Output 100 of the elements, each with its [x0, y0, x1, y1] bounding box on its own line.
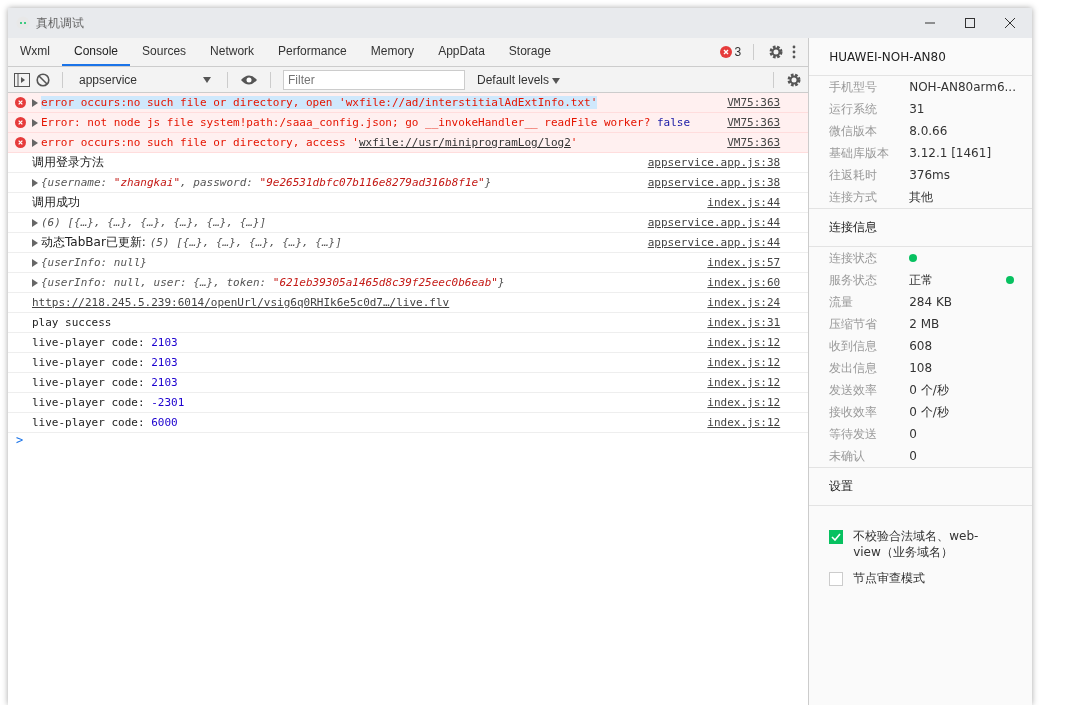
info-value: 376ms: [909, 168, 951, 182]
option-label[interactable]: 不校验合法域名、web-view（业务域名）: [853, 528, 1004, 560]
source-link[interactable]: index.js:12: [707, 376, 781, 389]
info-value: NOH-AN80arm6...: [909, 80, 1016, 94]
source-link[interactable]: index.js:44: [707, 196, 781, 209]
error-count[interactable]: 3: [734, 45, 742, 59]
eye-icon[interactable]: [240, 73, 258, 86]
info-label: 服务状态: [829, 271, 879, 289]
info-label: 未确认: [829, 447, 867, 465]
info-value: 2 MB: [909, 317, 940, 331]
console-message: live-player code: 2103: [32, 376, 179, 389]
prompt-caret[interactable]: >: [16, 433, 24, 447]
source-link[interactable]: index.js:60: [707, 276, 781, 289]
source-link[interactable]: appservice.app.js:38: [647, 176, 781, 189]
settings-icon[interactable]: [768, 44, 785, 60]
filter-field[interactable]: Filter: [283, 69, 465, 90]
expand-triangle-icon[interactable]: [32, 278, 39, 287]
close-icon[interactable]: [1004, 17, 1016, 29]
console-message: Error: not node js file system!path:/saaa_config.json; go __invokeHandler__ readFile worker? false: [41, 116, 692, 129]
info-label: 发送效率: [829, 381, 879, 399]
panel-tab[interactable]: Sources: [130, 38, 199, 66]
source-link[interactable]: appservice.app.js:38: [647, 156, 781, 169]
section-title: 设置: [829, 478, 854, 495]
caret-icon: [203, 76, 211, 83]
panel-tab[interactable]: Network: [198, 38, 267, 66]
source-link[interactable]: index.js:12: [707, 336, 781, 349]
source-link[interactable]: index.js:57: [707, 256, 781, 269]
more-icon[interactable]: [792, 45, 797, 59]
console-message: {userInfo: null, user: {…}, token: "621eb39305a1465d8c39f25eec0b6eab"}: [41, 276, 506, 289]
console-message: https://218.245.5.239:6014/openUrl/vsig6q0RHIk6e5c0d7…/live.flv: [32, 296, 451, 309]
info-label: 接收效率: [829, 403, 879, 421]
console-message: live-player code: 6000: [32, 416, 179, 429]
section-title: 连接信息: [829, 219, 878, 236]
source-link[interactable]: VM75:363: [727, 96, 781, 109]
info-value: 108: [909, 361, 933, 375]
panel-tab[interactable]: AppData: [426, 38, 497, 66]
console-message: {userInfo: null}: [41, 256, 148, 269]
info-label: 连接方式: [829, 188, 879, 206]
info-label: 运行系统: [829, 100, 879, 118]
console-message: play success: [32, 316, 113, 329]
source-link[interactable]: appservice.app.js:44: [647, 236, 781, 249]
levels-dropdown[interactable]: Default levels: [471, 71, 567, 88]
caret-icon: [552, 77, 561, 84]
panel-tab[interactable]: Storage: [496, 38, 563, 66]
console-message: 动态TabBar已更新: (5) [{…}, {…}, {…}, {…}, {…}]: [41, 234, 343, 251]
info-label: 流量: [829, 293, 855, 311]
info-label: 发出信息: [829, 359, 879, 377]
expand-triangle-icon[interactable]: [32, 98, 39, 107]
console-message: live-player code: 2103: [32, 356, 179, 369]
panel-tab[interactable]: Performance: [266, 38, 359, 66]
settings-icon[interactable]: [786, 71, 803, 88]
console-message: 调用登录方法: [32, 154, 105, 171]
checkbox[interactable]: [829, 572, 844, 586]
console-message: live-player code: 2103: [32, 336, 179, 349]
source-link[interactable]: index.js:31: [707, 316, 781, 329]
info-value: 284 KB: [909, 295, 952, 309]
source-link[interactable]: index.js:12: [707, 416, 781, 429]
sidebar-toggle-icon[interactable]: [14, 72, 30, 87]
info-value: 0: [909, 427, 917, 441]
info-value: 0 个/秒: [909, 381, 949, 399]
info-value: 3.12.1 [1461]: [909, 146, 992, 160]
checkbox[interactable]: [829, 530, 844, 544]
panel-tab[interactable]: Wxml: [8, 38, 62, 66]
source-link[interactable]: index.js:24: [707, 296, 781, 309]
expand-triangle-icon[interactable]: [32, 178, 39, 187]
device-name: HUAWEI-NOH-AN80: [829, 49, 946, 64]
source-link[interactable]: VM75:363: [727, 136, 781, 149]
panel-tab[interactable]: Memory: [358, 38, 427, 66]
info-label: 微信版本: [829, 122, 879, 140]
source-link[interactable]: index.js:12: [707, 396, 781, 409]
info-label: 压缩节省: [829, 315, 879, 333]
error-icon: [14, 137, 26, 148]
error-icon: [14, 117, 26, 128]
source-link[interactable]: appservice.app.js:44: [647, 216, 781, 229]
console-message: error occurs:no such file or directory, open 'wxfile://ad/interstitialAdExtInfo.txt': [41, 96, 599, 109]
console-message: 调用成功: [32, 194, 81, 211]
context-dropdown[interactable]: appservice: [75, 72, 215, 87]
expand-triangle-icon[interactable]: [32, 218, 39, 227]
console-message: error occurs:no such file or directory, access 'wxfile://usr/miniprogramLog/log2': [41, 136, 579, 149]
maximize-icon[interactable]: [964, 17, 976, 29]
option-label[interactable]: 节点审查模式: [853, 570, 1004, 586]
info-value: 正常: [909, 271, 934, 289]
info-label: 往返耗时: [829, 166, 879, 184]
info-value: 其他: [909, 188, 934, 206]
expand-triangle-icon[interactable]: [32, 258, 39, 267]
source-link[interactable]: VM75:363: [727, 116, 781, 129]
error-icon: [719, 46, 732, 58]
info-value: 8.0.66: [909, 124, 948, 138]
error-icon: [14, 97, 26, 108]
expand-triangle-icon[interactable]: [32, 138, 39, 147]
info-label: 收到信息: [829, 337, 879, 355]
info-label: 手机型号: [829, 78, 879, 96]
source-link[interactable]: index.js:12: [707, 356, 781, 369]
console-message: live-player code: -2301: [32, 396, 186, 409]
console-message: {username: "zhangkai", password: "9e26531dbfc07b116e8279ad316b8f1e"}: [41, 176, 493, 189]
clear-console-icon[interactable]: [36, 72, 50, 87]
info-value: 608: [909, 339, 933, 353]
expand-triangle-icon[interactable]: [32, 238, 39, 247]
info-value: 0: [909, 449, 917, 463]
expand-triangle-icon[interactable]: [32, 118, 39, 127]
